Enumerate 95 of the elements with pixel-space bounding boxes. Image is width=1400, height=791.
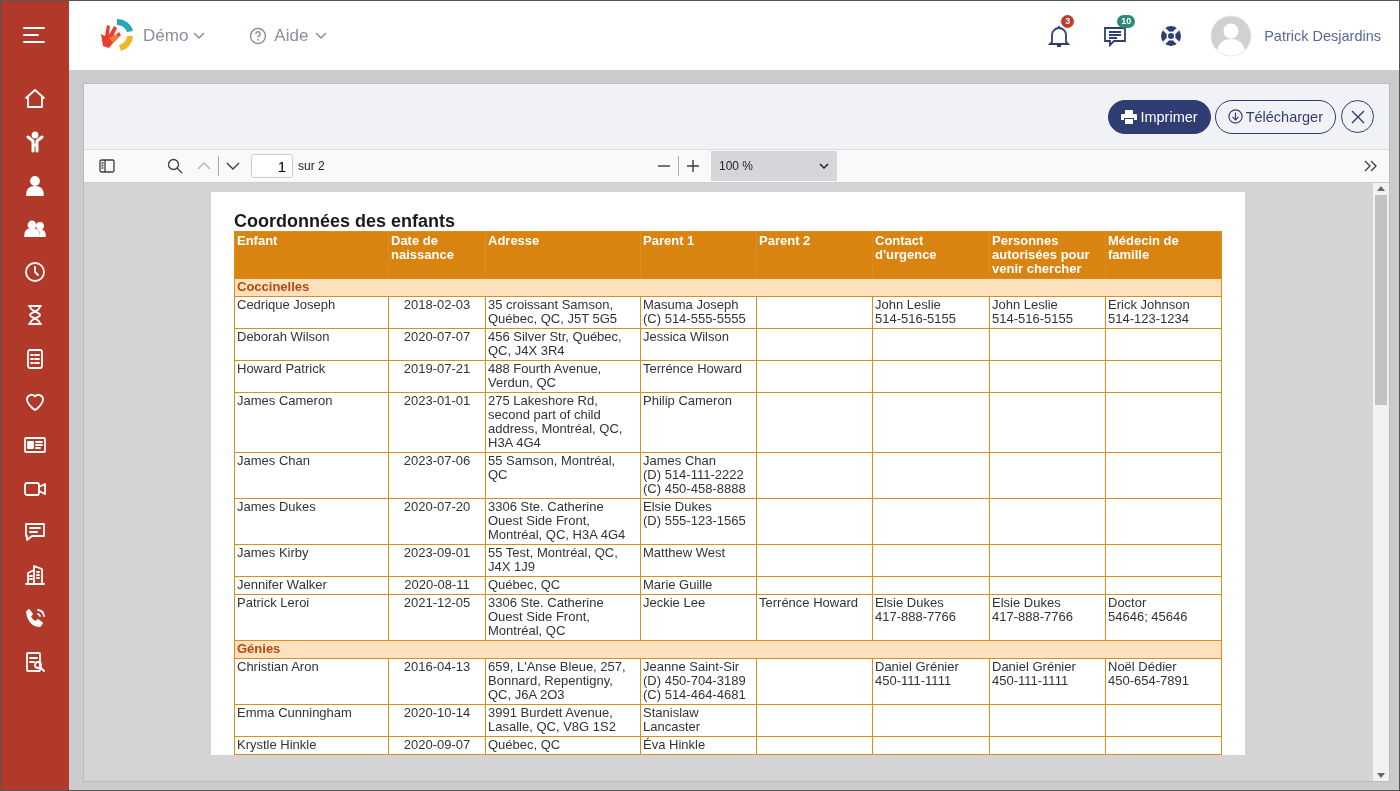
home-icon[interactable] (23, 87, 47, 111)
table-cell: Emma Cunningham (234, 704, 389, 737)
table-cell: Marie Guille (640, 576, 757, 595)
zoom-in-icon[interactable] (686, 159, 700, 173)
download-icon (1227, 109, 1243, 124)
table-cell: Daniel Grénier 450-111-1111 (989, 658, 1106, 705)
table-cell: 2021-12-05 (388, 594, 486, 641)
table-cell: James Chan (234, 452, 389, 499)
table-cell: Cedrique Joseph (234, 296, 389, 329)
table-cell: John Leslie 514-516-5155 (872, 296, 990, 329)
table-cell: Howard Patrick (234, 360, 389, 393)
table-cell: Québec, QC (485, 576, 641, 595)
report-icon[interactable] (23, 649, 47, 674)
table-cell: James Kirby (234, 544, 389, 577)
menu-icon[interactable] (22, 25, 48, 45)
table-cell: Krystle Hinkle (234, 736, 389, 755)
scroll-down-icon[interactable] (1377, 773, 1385, 778)
table-cell: Christian Aron (234, 658, 389, 705)
double-chevron-icon[interactable] (1364, 160, 1378, 172)
table-cell: 3306 Ste. Catherine Ouest Side Front, Montréal, QC, H3A 4G4 (485, 498, 641, 545)
table-cell: Jessica Wilson (640, 328, 757, 361)
clock-icon[interactable] (23, 260, 47, 285)
printer-icon (1121, 109, 1138, 124)
table-cell: Jeckie Lee (640, 594, 757, 641)
user-name[interactable]: Patrick Desjardins (1264, 27, 1381, 44)
table-cell: Noël Dédier 450-654-7891 (1105, 658, 1222, 705)
table-cell: 35 croissant Samson, Québec, QC, J5T 5G5 (485, 296, 641, 329)
table-cell: 2020-09-07 (388, 736, 486, 755)
caret-icon (193, 31, 206, 40)
help-icon (249, 26, 268, 45)
table-cell: 2018-02-03 (388, 296, 486, 329)
table-cell: Masuma Joseph (C) 514-555-5555 (640, 296, 757, 329)
close-icon (1350, 109, 1365, 124)
table-cell: John Leslie 514-516-5155 (989, 296, 1106, 329)
page-count: sur 2 (298, 159, 325, 173)
document-title: Coordonnées des enfants (234, 212, 457, 231)
column-header: Parent 1 (640, 231, 757, 279)
table-cell: Patrick Leroi (234, 594, 389, 641)
table-cell: Daniel Grénier 450-111-1111 (872, 658, 990, 705)
table-cell: 2020-07-20 (388, 498, 486, 545)
table-cell: Elsie Dukes 417-888-7766 (989, 594, 1106, 641)
column-header: Parent 2 (756, 231, 873, 279)
column-header: Date de naissance (388, 231, 486, 279)
chevron-down-icon[interactable] (226, 161, 240, 171)
page-number-field[interactable]: 1 (251, 154, 293, 178)
table-cell: 55 Samson, Montréal, QC (485, 452, 641, 499)
table-cell: Terrénce Howard (756, 594, 873, 641)
caret-icon (315, 31, 328, 40)
table-cell: Terrénce Howard (640, 360, 757, 393)
table-cell: 2016-04-13 (388, 658, 486, 705)
sidebar-toggle-icon[interactable] (99, 159, 115, 173)
table-cell: 55 Test, Montréal, QC, J4X 1J9 (485, 544, 641, 577)
column-header: Médecin de famille (1105, 231, 1222, 279)
table-cell: 456 Silver Str, Québec, QC, J4X 3R4 (485, 328, 641, 361)
zoom-dropdown[interactable]: 100 % (711, 151, 837, 181)
table-cell: 3306 Ste. Catherine Ouest Side Front, Montréal, QC (485, 594, 641, 641)
column-header: Contact d'urgence (872, 231, 990, 279)
table-cell: 2020-08-11 (388, 576, 486, 595)
table-cell: Philip Cameron (640, 392, 757, 453)
table-cell: Québec, QC (485, 736, 641, 755)
table-cell: Erick Johnson 514-123-1234 (1105, 296, 1222, 329)
column-header: Enfant (234, 231, 389, 279)
column-header: Personnes autorisées pour venir chercher (989, 231, 1106, 279)
table-cell: 488 Fourth Avenue, Verdun, QC (485, 360, 641, 393)
caret-icon (819, 162, 829, 170)
table-cell: 275 Lakeshore Rd, second part of child address, Montréal, QC, H3A 4G4 (485, 392, 641, 453)
table-cell: Jeanne Saint-Sir (D) 450-704-3189 (C) 514-464-4681 (640, 658, 757, 705)
table-cell: Deborah Wilson (234, 328, 389, 361)
table-cell: 2020-10-14 (388, 704, 486, 737)
table-cell: Stanislaw Lancaster (640, 704, 757, 737)
building-icon[interactable] (23, 563, 47, 588)
table-cell: Elsie Dukes (D) 555-123-1565 (640, 498, 757, 545)
table-cell: 3991 Burdett Avenue, Lasalle, QC, V8G 1S2 (485, 704, 641, 737)
table-cell: Éva Hinkle (640, 736, 757, 755)
count-badge: 10 (1117, 14, 1136, 28)
count-badge: 3 (1061, 14, 1075, 28)
print-button[interactable]: Imprimer (1108, 99, 1211, 134)
table-cell: James Cameron (234, 392, 389, 453)
search-icon[interactable] (167, 158, 183, 174)
person-icon[interactable] (23, 173, 47, 198)
scrollbar[interactable] (1373, 183, 1389, 781)
table-cell: James Dukes (234, 498, 389, 545)
column-header: Adresse (485, 231, 641, 279)
table-cell: 659, L'Anse Bleue, 257, Bonnard, Repentigny, QC, J6A 2O3 (485, 658, 641, 705)
scroll-up-icon[interactable] (1377, 186, 1385, 191)
table-cell: 2023-09-01 (388, 544, 486, 577)
table-cell: 2019-07-21 (388, 360, 486, 393)
table-cell: Matthew West (640, 544, 757, 577)
table-cell: Jennifer Walker (234, 576, 389, 595)
table-cell: 2023-07-06 (388, 452, 486, 499)
table-cell: 2023-01-01 (388, 392, 486, 453)
table-cell: 2020-07-07 (388, 328, 486, 361)
table-cell: Elsie Dukes 417-888-7766 (872, 594, 990, 641)
table-cell: Doctor 54646; 45646 (1105, 594, 1222, 641)
table-cell: James Chan (D) 514-111-2222 (C) 450-458-8888 (640, 452, 757, 499)
